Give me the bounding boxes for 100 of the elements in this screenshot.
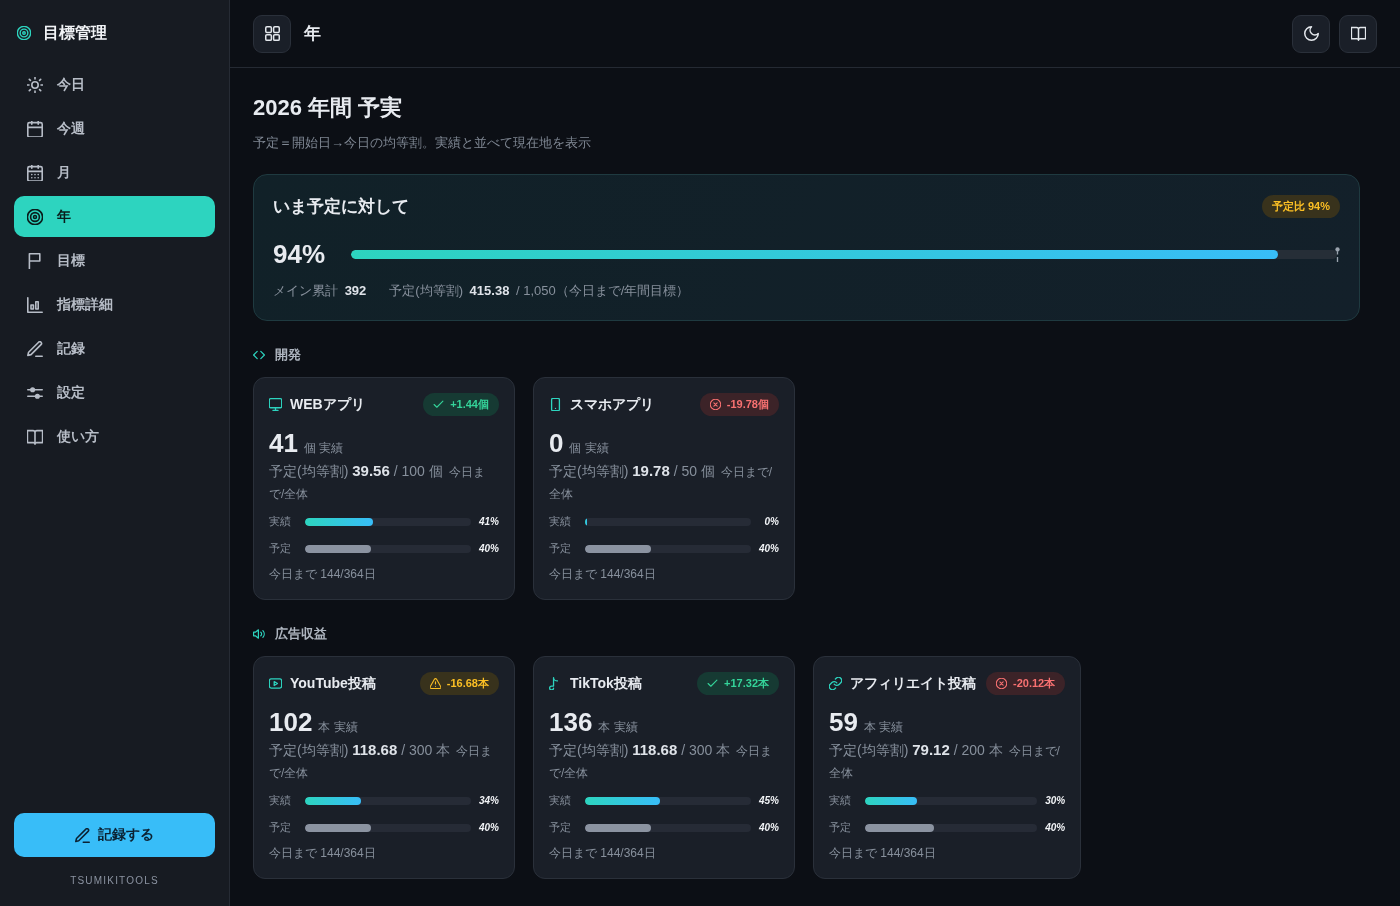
card-title: アフィリエイト投稿 bbox=[850, 674, 976, 693]
elapsed-days-text: 今日まで 144/364日 bbox=[549, 566, 657, 583]
plan-text: 予定(均等割) 79.12 / 200 本 今日まで/全体 bbox=[829, 740, 1061, 782]
nav-item[interactable]: 今日 bbox=[14, 64, 215, 105]
bar-label: 実績 bbox=[269, 514, 292, 529]
x-circle-icon bbox=[996, 678, 1007, 689]
delta-value: -16.68本 bbox=[446, 676, 489, 691]
nav-item[interactable]: 目標 bbox=[14, 240, 215, 281]
bar-label: 予定 bbox=[549, 820, 572, 835]
percent-label: 40% bbox=[1044, 822, 1066, 833]
grid-button[interactable] bbox=[253, 14, 291, 53]
warning-icon bbox=[429, 678, 441, 689]
pencil-icon bbox=[27, 340, 43, 357]
section-title: 開発 bbox=[275, 346, 301, 364]
actual-value: 41 bbox=[269, 428, 298, 458]
nav-item[interactable]: 今週 bbox=[14, 108, 215, 149]
percent-label: 30% bbox=[1044, 795, 1066, 806]
calendar-icon bbox=[27, 120, 43, 137]
guide-button[interactable] bbox=[1339, 14, 1377, 53]
check-icon bbox=[707, 678, 719, 689]
plan-text: 予定(均等割) 118.68 / 300 本 今日まで/全体 bbox=[549, 740, 774, 782]
monitor-icon bbox=[269, 398, 282, 411]
percent-label: 40% bbox=[478, 822, 499, 833]
summary-stat: メイン累計 392 bbox=[273, 282, 368, 300]
grid-icon bbox=[264, 26, 280, 41]
elapsed-days-text: 今日まで 144/364日 bbox=[829, 845, 937, 862]
check-icon bbox=[433, 399, 445, 410]
unit-label: 本 実績 bbox=[318, 719, 358, 736]
elapsed-days-text: 今日まで 144/364日 bbox=[269, 845, 377, 862]
card-title: YouTube投稿 bbox=[290, 674, 376, 693]
pin-marker-icon bbox=[1335, 246, 1340, 263]
speaker-icon bbox=[253, 628, 265, 640]
ratio-badge: 予定比 94% bbox=[1261, 195, 1340, 218]
page-subtitle: 予定＝開始日→今日の均等割。実績と並べて現在地を表示 bbox=[253, 134, 592, 152]
elapsed-days-text: 今日まで 144/364日 bbox=[549, 845, 657, 862]
percent-label: 34% bbox=[478, 795, 499, 806]
bar-label: 実績 bbox=[549, 793, 572, 808]
delta-value: -19.78個 bbox=[726, 397, 769, 412]
actual-value: 136 bbox=[549, 707, 593, 737]
calendar-icon bbox=[27, 164, 43, 181]
sliders-icon bbox=[27, 384, 43, 401]
percent-label: 45% bbox=[758, 795, 779, 806]
theme-button[interactable] bbox=[1292, 14, 1330, 53]
percent-label: 40% bbox=[758, 543, 779, 554]
percent-label: 40% bbox=[758, 822, 779, 833]
record-button[interactable]: 記録する bbox=[14, 813, 215, 857]
bar-chart-icon bbox=[27, 296, 43, 313]
page-title: 2026 年間 予実 bbox=[253, 94, 404, 122]
nav-item[interactable]: 使い方 bbox=[14, 416, 215, 457]
sun-icon bbox=[27, 76, 43, 93]
actual-value: 102 bbox=[269, 707, 313, 737]
play-icon bbox=[269, 677, 282, 690]
card-title: TikTok投稿 bbox=[570, 674, 642, 693]
page-heading: 年 bbox=[304, 23, 321, 45]
bar-label: 予定 bbox=[829, 820, 852, 835]
summary-stat: 予定(均等割) 415.38 / 1,050（今日まで/年間目標） bbox=[389, 282, 690, 300]
card-title: スマホアプリ bbox=[570, 395, 654, 414]
bar-label: 実績 bbox=[269, 793, 292, 808]
actual-value: 59 bbox=[829, 707, 858, 737]
bar-label: 実績 bbox=[829, 793, 852, 808]
nav-item[interactable]: 月 bbox=[14, 152, 215, 193]
pencil-icon bbox=[75, 827, 90, 843]
nav-item[interactable]: 年 bbox=[14, 196, 215, 237]
target-icon bbox=[17, 26, 31, 40]
summary-percent: 94% bbox=[273, 239, 327, 270]
section-title: 広告収益 bbox=[275, 625, 327, 643]
book-icon bbox=[27, 428, 43, 445]
card-title: WEBアプリ bbox=[290, 395, 365, 414]
bar-label: 予定 bbox=[269, 541, 292, 556]
phone-icon bbox=[549, 398, 562, 411]
bar-label: 実績 bbox=[549, 514, 572, 529]
nav-item[interactable]: 設定 bbox=[14, 372, 215, 413]
unit-label: 本 実績 bbox=[863, 719, 904, 736]
nav-item[interactable]: 指標詳細 bbox=[14, 284, 215, 325]
percent-label: 40% bbox=[478, 543, 499, 554]
link-icon bbox=[829, 677, 842, 690]
nav-item[interactable]: 記録 bbox=[14, 328, 215, 369]
target-icon bbox=[27, 208, 43, 225]
percent-label: 0% bbox=[763, 516, 779, 527]
plan-text: 予定(均等割) 19.78 / 50 個 今日まで/全体 bbox=[549, 461, 774, 503]
code-icon bbox=[253, 349, 265, 361]
delta-value: -20.12本 bbox=[1013, 676, 1056, 691]
delta-value: +1.44個 bbox=[450, 397, 489, 412]
delta-value: +17.32本 bbox=[724, 676, 769, 691]
actual-value: 0 bbox=[549, 428, 564, 458]
percent-label: 41% bbox=[478, 516, 499, 527]
bar-label: 予定 bbox=[549, 541, 572, 556]
bar-label: 予定 bbox=[269, 820, 292, 835]
footer-brand: TSUMIKITOOLS bbox=[70, 875, 159, 886]
summary-title: いま予定に対して bbox=[273, 196, 409, 218]
plan-text: 予定(均等割) 39.56 / 100 個 今日まで/全体 bbox=[269, 461, 486, 503]
unit-label: 個 実績 bbox=[569, 440, 609, 457]
unit-label: 個 実績 bbox=[303, 440, 344, 457]
elapsed-days-text: 今日まで 144/364日 bbox=[269, 566, 377, 583]
app-title: 目標管理 bbox=[43, 22, 107, 43]
plan-text: 予定(均等割) 118.68 / 300 本 今日まで/全体 bbox=[269, 740, 494, 782]
book-icon bbox=[1350, 26, 1366, 41]
moon-icon bbox=[1303, 26, 1319, 41]
flag-icon bbox=[27, 252, 43, 269]
unit-label: 本 実績 bbox=[598, 719, 638, 736]
